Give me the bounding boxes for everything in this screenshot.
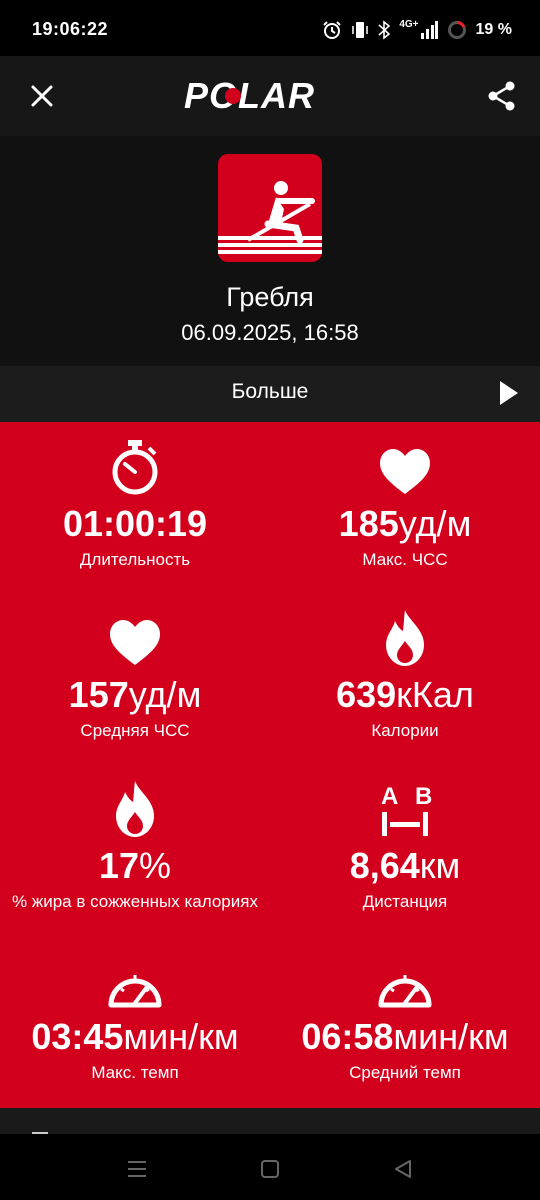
rowing-icon [218, 181, 322, 254]
stopwatch-icon [112, 440, 158, 495]
polar-logo-dot [225, 88, 241, 104]
svg-text:B: B [415, 783, 432, 810]
stat-value: 01:00:19 [62, 503, 208, 544]
stat-duration: 01:00:19 Длительность [0, 440, 270, 570]
stats-grid: 01:00:19 Длительность 185уд/м Макс. ЧСС … [0, 422, 540, 1108]
stat-calories: 639кКал Калории [270, 610, 540, 741]
recents-button[interactable] [122, 1154, 152, 1184]
stat-avg-pace: 06:58мин/км Средний темп [270, 953, 540, 1083]
stat-value: 8,64км [349, 845, 461, 886]
stat-label: Макс. ЧСС [362, 550, 448, 569]
stat-label: Средняя ЧСС [80, 721, 190, 740]
vibrate-icon [352, 22, 369, 38]
stat-value: 157уд/м [68, 674, 202, 715]
sport-name: Гребля [226, 282, 314, 312]
stat-value: 185уд/м [338, 503, 472, 544]
more-button[interactable]: Больше [0, 366, 540, 422]
share-button[interactable] [482, 76, 522, 116]
close-icon [31, 85, 53, 107]
menu-lines-icon [128, 1161, 146, 1177]
stat-label: Макс. темп [91, 1063, 179, 1082]
heart-icon [380, 449, 430, 494]
stat-value: 06:58мин/км [301, 1016, 509, 1057]
share-icon [488, 81, 515, 111]
back-button[interactable] [388, 1154, 418, 1184]
svg-text:A: A [381, 783, 398, 810]
polar-logo-text: POLAR [184, 78, 315, 114]
flame-icon [116, 781, 154, 837]
stat-label: % жира в сожженных калориях [12, 892, 258, 911]
stat-label: Длительность [79, 550, 191, 569]
stat-label: Калории [371, 721, 439, 740]
status-time: 19:06:22 [32, 19, 109, 39]
stat-value: 639кКал [336, 674, 474, 715]
workout-header: Гребля 06.09.2025, 16:58 [0, 136, 540, 366]
system-nav-bar [0, 1134, 540, 1200]
speedometer-icon [108, 975, 162, 1008]
battery-ring-icon [447, 21, 466, 39]
network-type: 4G+ [399, 18, 419, 30]
home-square-icon [261, 1160, 279, 1178]
stat-max-hr: 185уд/м Макс. ЧСС [270, 440, 540, 570]
workout-datetime: 06.09.2025, 16:58 [181, 320, 359, 345]
home-button[interactable] [255, 1154, 285, 1184]
more-label: Больше [231, 380, 309, 403]
alarm-icon [323, 21, 342, 39]
stat-avg-hr: 157уд/м Средняя ЧСС [0, 611, 270, 741]
stat-fat-percent: 17% % жира в сожженных калориях [0, 781, 270, 912]
stat-max-pace: 03:45мин/км Макс. темп [0, 953, 270, 1083]
status-bar: 19:06:22 4G+ 19 % [0, 0, 540, 56]
stat-value: 17% [98, 845, 172, 886]
signal-icon [420, 21, 438, 39]
back-triangle-icon [395, 1160, 411, 1178]
stat-label: Дистанция [362, 892, 448, 911]
polar-logo: POLAR [184, 78, 315, 114]
sport-tile [218, 154, 322, 262]
bluetooth-icon [378, 20, 391, 40]
stat-distance: A B 8,64км Дистанция [270, 782, 540, 912]
stat-value: 03:45мин/км [31, 1016, 239, 1057]
heart-icon [110, 620, 160, 665]
next-section-peek [0, 1108, 540, 1134]
battery-percent: 19 % [475, 21, 512, 38]
top-app-bar: POLAR [0, 56, 540, 136]
close-button[interactable] [22, 76, 62, 116]
speedometer-icon [378, 975, 432, 1008]
flame-icon [386, 610, 424, 666]
distance-ab-icon: A B [381, 783, 432, 836]
status-icons: 4G+ 19 % [322, 18, 512, 42]
play-icon [500, 381, 518, 405]
stat-label: Средний темп [349, 1063, 461, 1082]
